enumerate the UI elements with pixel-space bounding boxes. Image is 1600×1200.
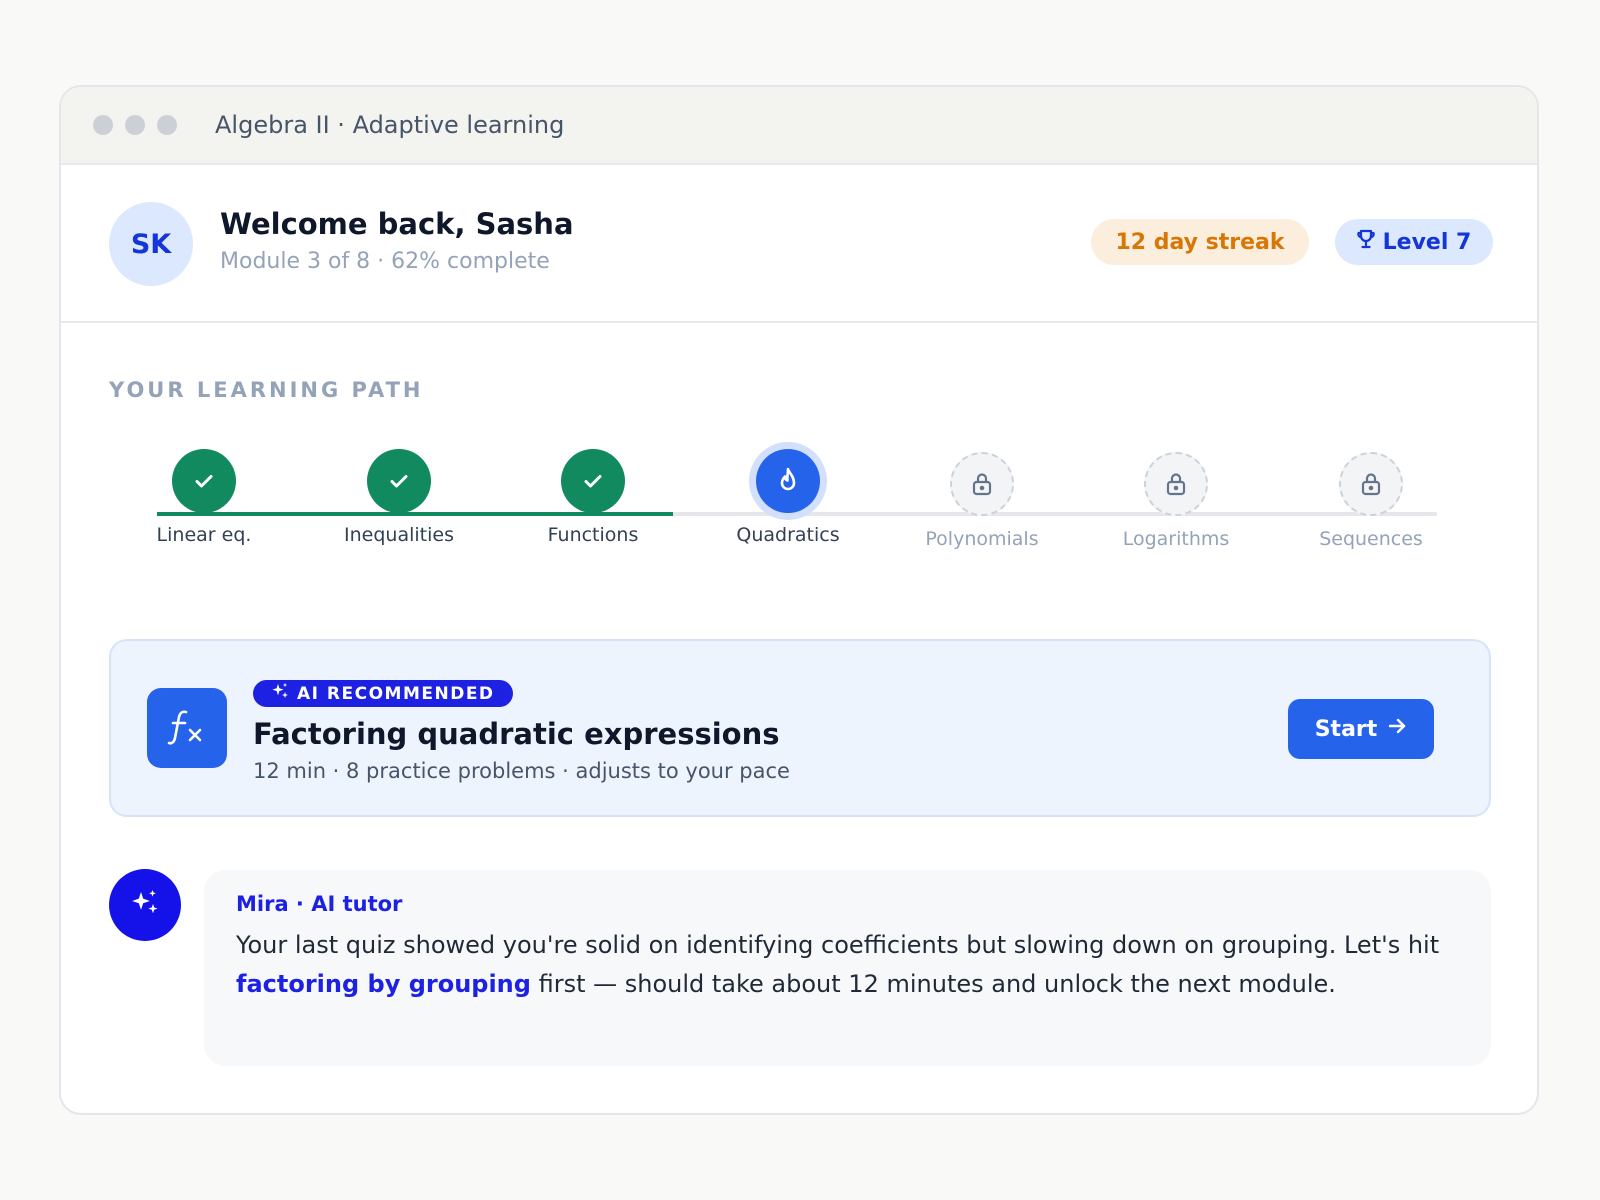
- path-step-label: Quadratics: [736, 524, 840, 546]
- path-step-polynomials: [950, 452, 1014, 516]
- tutor-avatar: [109, 869, 181, 941]
- sparkle-icon: [129, 887, 161, 923]
- path-step-label: Logarithms: [1122, 528, 1230, 550]
- module-progress: Module 3 of 8 · 62% complete: [220, 249, 550, 274]
- avatar[interactable]: SK: [109, 202, 193, 286]
- recommendation-meta: 12 min · 8 practice problems · adjusts t…: [253, 759, 790, 783]
- path-step-linear-eq[interactable]: [172, 449, 236, 513]
- welcome-heading: Welcome back, Sasha: [220, 207, 574, 241]
- welcome-header: SK Welcome back, Sasha Module 3 of 8 · 6…: [61, 165, 1537, 323]
- message-text: first — should take about 12 minutes and…: [530, 970, 1336, 998]
- sparkle-icon: [271, 682, 297, 705]
- app-window: Algebra II · Adaptive learning SK Welcom…: [59, 85, 1539, 1115]
- path-step-logarithms: [1144, 452, 1208, 516]
- level-badge: Level 7: [1335, 219, 1493, 265]
- window-maximize-dot[interactable]: [157, 115, 177, 135]
- path-step-inequalities[interactable]: [367, 449, 431, 513]
- path-step-label: Polynomials: [925, 528, 1039, 550]
- checkmark-icon: [191, 468, 217, 494]
- path-step-label: Linear eq.: [156, 524, 252, 546]
- checkmark-icon: [580, 468, 606, 494]
- window-minimize-dot[interactable]: [125, 115, 145, 135]
- checkmark-icon: [386, 468, 412, 494]
- path-step-label: Functions: [547, 524, 639, 546]
- path-step-sequences: [1339, 452, 1403, 516]
- path-step-label: Inequalities: [344, 524, 454, 546]
- flame-icon: [774, 466, 802, 496]
- arrow-right-icon: [1377, 716, 1407, 742]
- streak-label: 12 day streak: [1115, 229, 1285, 255]
- tutor-name: Mira · AI tutor: [236, 892, 403, 916]
- lock-icon: [1164, 471, 1188, 497]
- streak-badge: 12 day streak: [1091, 219, 1309, 265]
- recommendation-card[interactable]: AI RECOMMENDED Factoring quadratic expre…: [109, 639, 1491, 817]
- function-icon: [147, 688, 227, 768]
- tutor-message-text: Your last quiz showed you're solid on id…: [236, 926, 1459, 1004]
- recommendation-title: Factoring quadratic expressions: [253, 717, 780, 751]
- path-step-label: Sequences: [1319, 528, 1423, 550]
- message-text: Your last quiz showed you're solid on id…: [236, 931, 1440, 959]
- level-label: Level 7: [1382, 229, 1472, 255]
- window-title: Algebra II · Adaptive learning: [215, 111, 565, 139]
- badge-label: AI RECOMMENDED: [297, 683, 495, 704]
- title-bar: Algebra II · Adaptive learning: [61, 87, 1537, 165]
- lock-icon: [970, 471, 994, 497]
- topic-link[interactable]: factoring by grouping: [236, 970, 531, 998]
- lock-icon: [1359, 471, 1383, 497]
- path-step-functions[interactable]: [561, 449, 625, 513]
- tutor-message: Mira · AI tutor Your last quiz showed yo…: [204, 870, 1491, 1066]
- window-close-dot[interactable]: [93, 115, 113, 135]
- start-button-label: Start: [1314, 716, 1378, 742]
- start-button[interactable]: Start: [1288, 699, 1434, 759]
- learning-path-heading: YOUR LEARNING PATH: [109, 378, 424, 402]
- path-step-quadratics[interactable]: [756, 449, 820, 513]
- trophy-icon: [1356, 229, 1383, 255]
- ai-recommended-badge: AI RECOMMENDED: [253, 680, 513, 707]
